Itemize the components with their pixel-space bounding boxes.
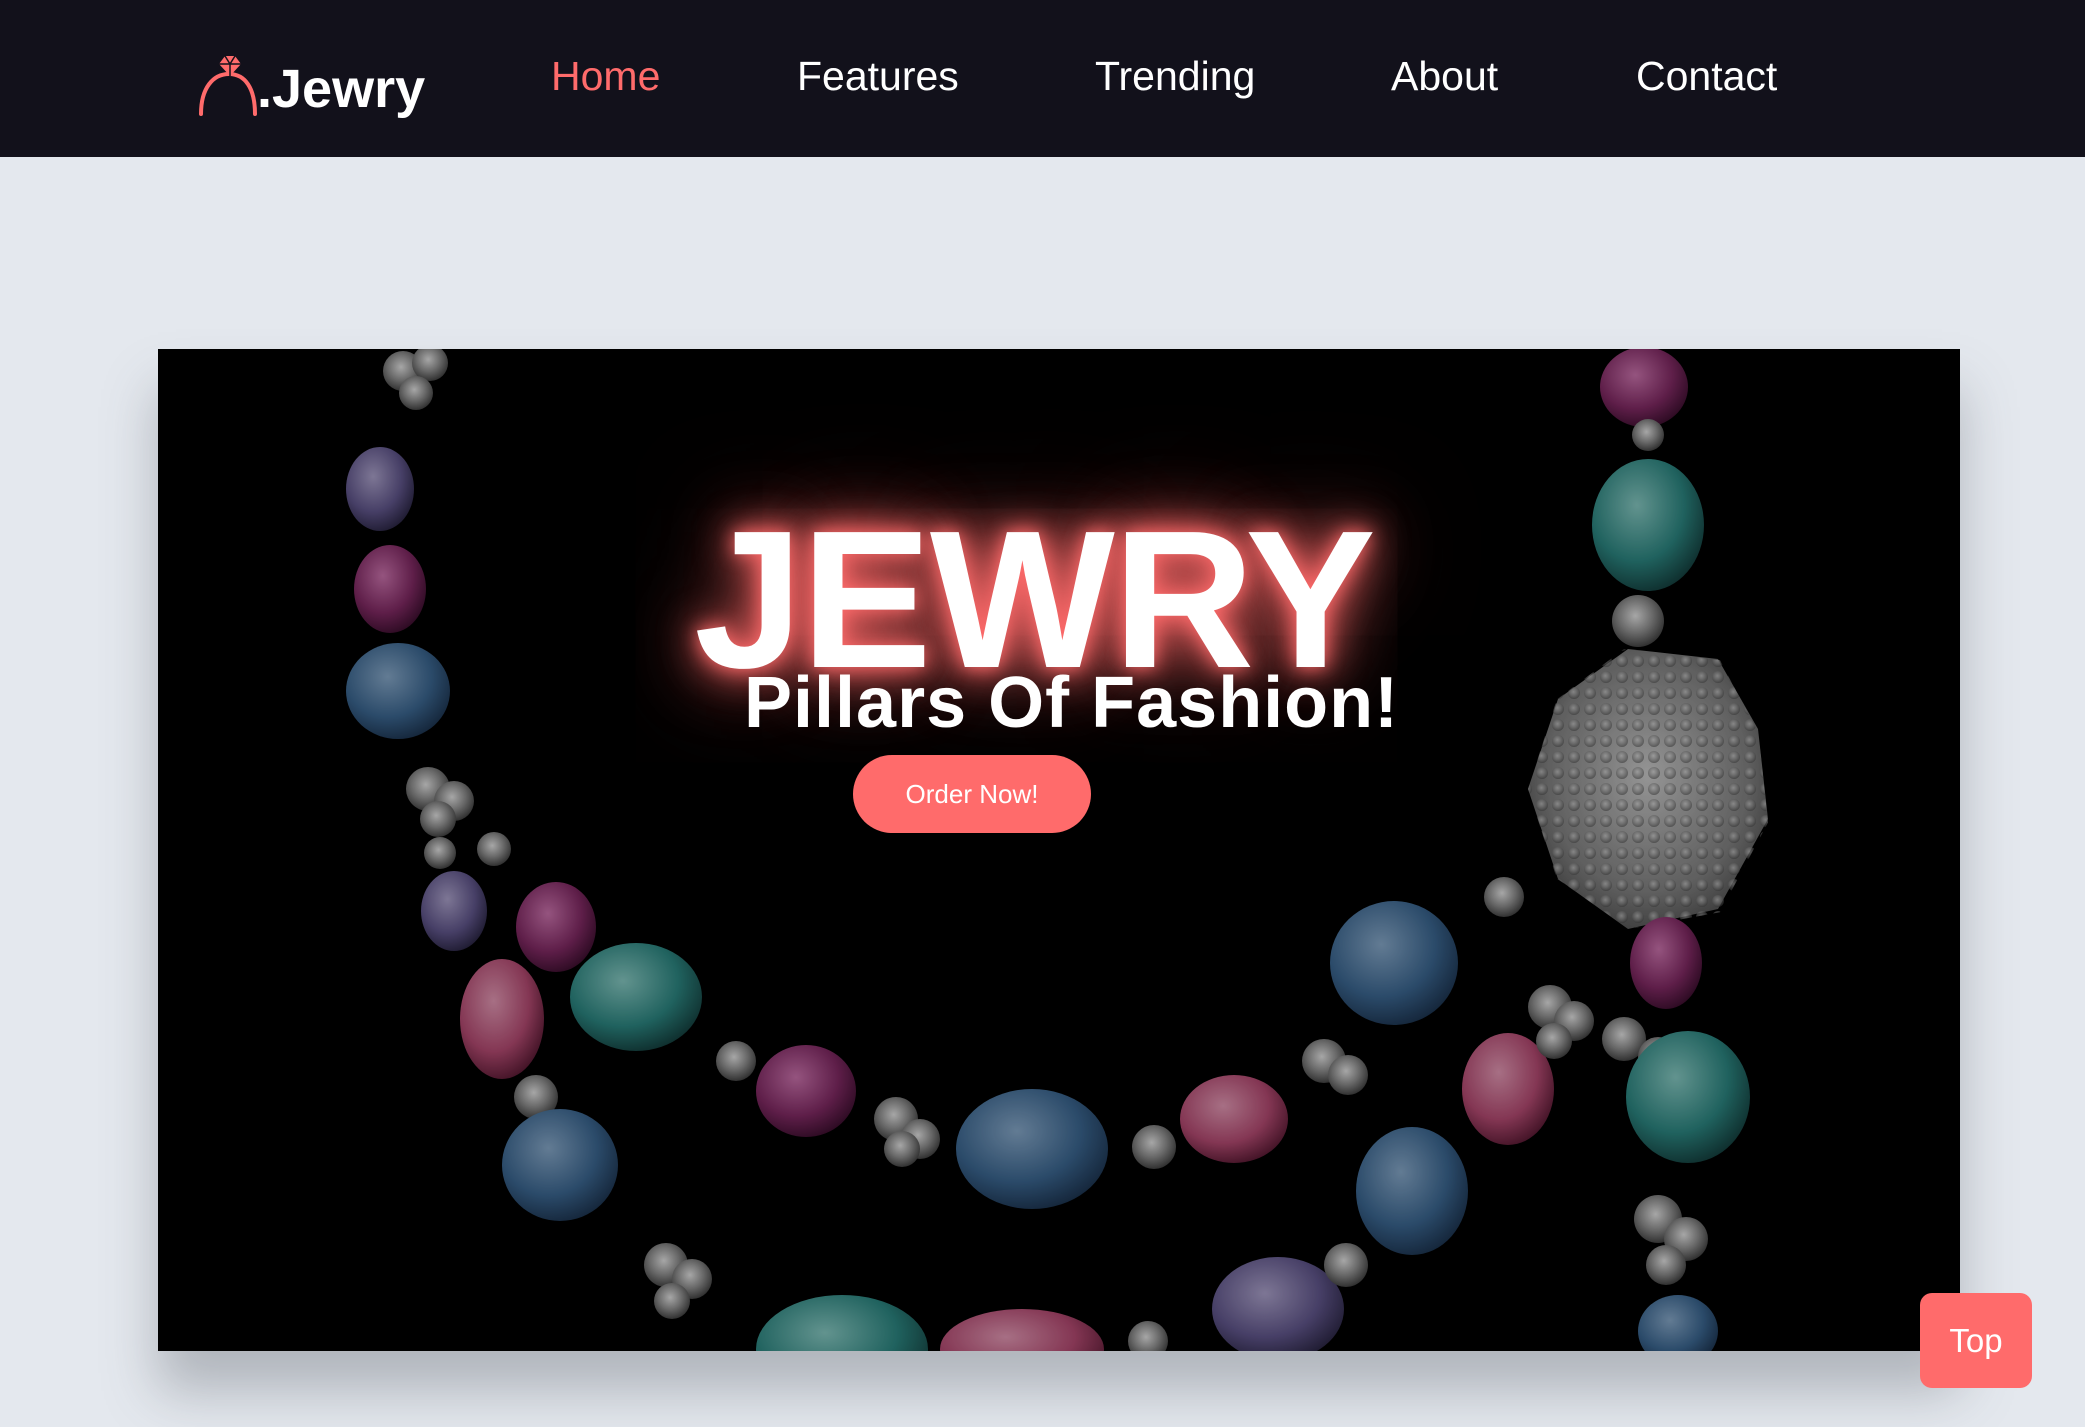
brand-name: .Jewry bbox=[257, 59, 426, 119]
hero-subtitle: Pillars Of Fashion! bbox=[744, 663, 1400, 743]
hero-banner: JEWRY Pillars Of Fashion! Order Now! bbox=[158, 349, 1960, 1351]
order-now-button[interactable]: Order Now! bbox=[853, 755, 1091, 833]
nav-link-features[interactable]: Features bbox=[797, 52, 959, 100]
brand-logo[interactable]: .Jewry bbox=[195, 38, 425, 118]
diamond-ring-icon bbox=[195, 52, 261, 118]
nav-link-contact[interactable]: Contact bbox=[1636, 52, 1777, 100]
scroll-to-top-button[interactable]: Top bbox=[1920, 1293, 2032, 1388]
nav-link-about[interactable]: About bbox=[1391, 52, 1498, 100]
top-navbar: .Jewry Home Features Trending About Cont… bbox=[0, 0, 2085, 157]
nav-link-home[interactable]: Home bbox=[551, 52, 660, 100]
nav-link-trending[interactable]: Trending bbox=[1095, 52, 1255, 100]
